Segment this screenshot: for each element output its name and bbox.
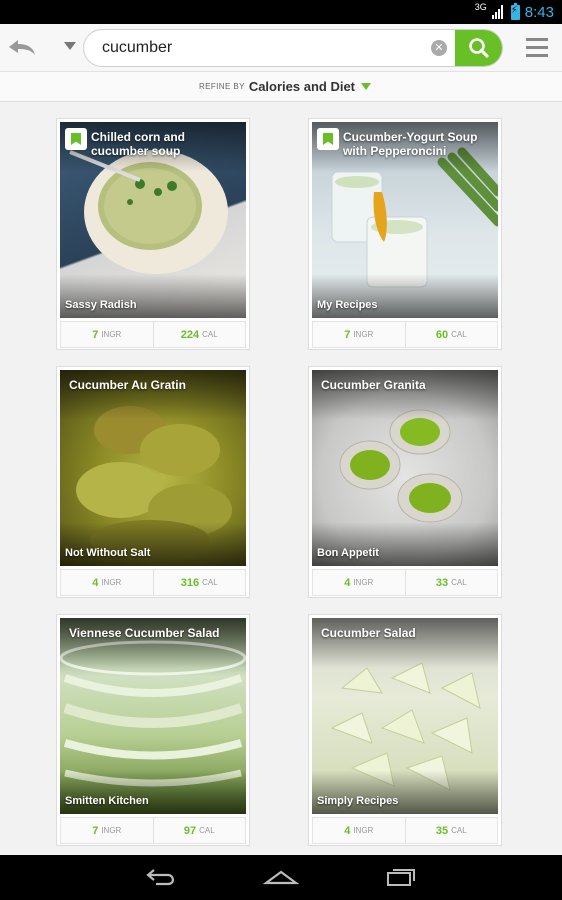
nav-back-icon[interactable] [141,863,181,891]
refine-bar[interactable]: REFINE BY Calories and Diet [0,72,562,102]
back-arrow-icon[interactable] [6,34,38,62]
recipe-photo: Viennese Cucumber Salad Smitten Kitchen [60,618,246,814]
recipe-photo: Cucumber Granita Bon Appetit [312,370,498,566]
refine-value: Calories and Diet [248,78,356,94]
ingredient-unit: INGR [101,330,122,339]
recipe-card[interactable]: Cucumber Granita Bon Appetit 4 INGR 33 CAL [308,366,502,598]
calorie-unit: CAL [199,826,215,835]
status-bar: 3G 8:43 [0,0,562,24]
recipe-card[interactable]: Chilled corn and cucumber soup Sassy Rad… [56,118,250,350]
ingredient-count: 7 [92,824,99,837]
recipe-title: Chilled corn and cucumber soup [91,130,186,158]
search-button[interactable] [455,30,502,66]
nav-recent-apps-icon[interactable] [381,863,421,891]
recipe-title: Cucumber Salad [321,626,416,640]
ingredient-unit: INGR [101,826,122,835]
chevron-down-icon [361,82,372,90]
calorie-count: 60 [435,328,449,341]
clock: 8:43 [524,3,554,21]
ingredient-count: 7 [92,328,99,341]
search-box: cucumber ✕ [83,29,503,67]
recipe-stats: 4 INGR 35 CAL [312,817,498,844]
signal-icon [491,5,506,19]
ingredient-unit: INGR [101,578,122,587]
search-scope-dropdown[interactable] [64,42,76,50]
search-input[interactable]: cucumber [102,30,172,66]
ingredient-count: 4 [92,576,99,589]
nav-home-icon[interactable] [261,863,301,891]
calorie-unit: CAL [451,330,467,339]
recipe-source: Simply Recipes [317,795,399,807]
refine-prefix: REFINE BY [198,81,245,91]
search-toolbar: cucumber ✕ [0,24,562,72]
recipe-source: Smitten Kitchen [65,795,149,807]
network-type: 3G [474,2,487,12]
recipe-card[interactable]: Viennese Cucumber Salad Smitten Kitchen … [56,614,250,846]
menu-icon[interactable] [526,38,548,58]
system-nav-bar [0,855,562,900]
ingredient-unit: INGR [353,330,374,339]
recipe-card[interactable]: Cucumber Salad Simply Recipes 4 INGR 35 CA… [308,614,502,846]
bookmark-icon[interactable] [65,128,87,150]
recipe-stats: 7 INGR 97 CAL [60,817,246,844]
recipe-title: Cucumber-Yogurt Soup with Pepperoncini [343,130,478,158]
recipe-stats: 7 INGR 60 CAL [312,321,498,348]
calorie-unit: CAL [451,578,467,587]
recipe-stats: 7 INGR 224 CAL [60,321,246,348]
recipe-title: Cucumber Au Gratin [69,378,186,392]
clear-icon[interactable]: ✕ [431,40,447,56]
battery-charging-icon [510,2,520,20]
calorie-count: 224 [180,328,200,341]
calorie-unit: CAL [202,578,218,587]
calorie-count: 97 [183,824,197,837]
calorie-count: 33 [435,576,449,589]
ingredient-unit: INGR [353,826,374,835]
recipe-photo: Chilled corn and cucumber soup Sassy Rad… [60,122,246,318]
ingredient-count: 4 [344,824,351,837]
calorie-count: 35 [435,824,449,837]
recipe-source: Sassy Radish [65,299,137,311]
ingredient-count: 7 [344,328,351,341]
recipe-card[interactable]: Cucumber Au Gratin Not Without Salt 4 ING… [56,366,250,598]
calorie-unit: CAL [202,330,218,339]
recipe-title: Viennese Cucumber Salad [69,626,220,640]
recipe-source: Bon Appetit [317,547,379,559]
recipe-photo: Cucumber Au Gratin Not Without Salt [60,370,246,566]
recipe-photo: Cucumber Salad Simply Recipes [312,618,498,814]
recipe-stats: 4 INGR 33 CAL [312,569,498,596]
search-icon [468,38,489,58]
bookmark-icon[interactable] [317,128,339,150]
recipe-source: My Recipes [317,299,378,311]
ingredient-unit: INGR [353,578,374,587]
recipe-photo: Cucumber-Yogurt Soup with Pepperoncini M… [312,122,498,318]
calorie-unit: CAL [451,826,467,835]
recipe-source: Not Without Salt [65,547,151,559]
recipe-title: Cucumber Granita [321,378,426,392]
ingredient-count: 4 [344,576,351,589]
recipe-stats: 4 INGR 316 CAL [60,569,246,596]
calorie-count: 316 [180,576,200,589]
recipe-card[interactable]: Cucumber-Yogurt Soup with Pepperoncini M… [308,118,502,350]
